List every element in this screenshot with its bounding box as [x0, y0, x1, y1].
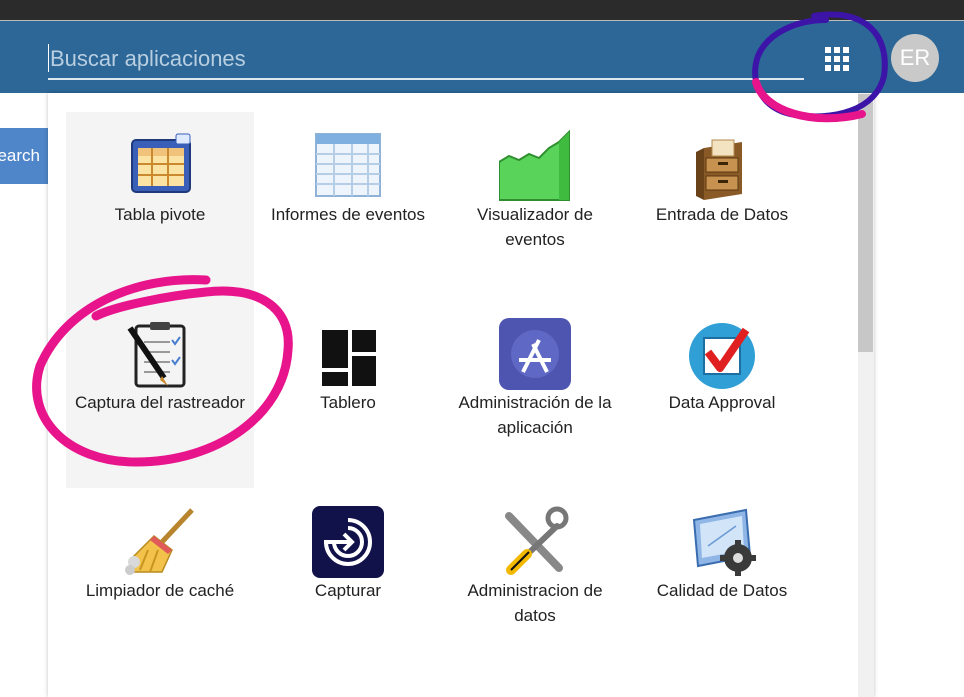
app-tile-capturar[interactable]: Capturar: [254, 488, 442, 676]
app-label: Entrada de Datos: [655, 205, 789, 224]
pivot-table-icon: [124, 130, 196, 202]
app-label: Calidad de Datos: [656, 581, 788, 600]
app-label: Tablero: [320, 393, 376, 412]
user-avatar[interactable]: ER: [891, 34, 939, 82]
data-approval-icon: [686, 318, 758, 390]
app-tile-data-approval[interactable]: Data Approval: [628, 300, 816, 488]
app-label: Data Approval: [668, 393, 776, 412]
app-label: Administracion de datos: [467, 581, 603, 625]
app-tile-limpiador-de-cache[interactable]: Limpiador de caché: [66, 488, 254, 676]
app-tile-entrada-de-datos[interactable]: Entrada de Datos: [628, 112, 816, 300]
app-tile-calidad-de-datos[interactable]: Calidad de Datos: [628, 488, 816, 676]
app-tile-captura-del-rastreador[interactable]: Captura del rastreador: [66, 300, 254, 488]
browser-top-bar: [0, 0, 964, 21]
capture-icon: [312, 506, 384, 578]
scrollbar-thumb[interactable]: [858, 94, 873, 352]
app-tile-tablero[interactable]: Tablero: [254, 300, 442, 488]
dashboard-icon: [312, 318, 384, 390]
app-label: Administración de la aplicación: [458, 393, 612, 437]
data-entry-icon: [686, 130, 758, 202]
app-tile-administracion-de-datos[interactable]: Administracion de datos: [441, 488, 629, 676]
app-tile-visualizador-de-eventos[interactable]: Visualizador de eventos: [441, 112, 629, 300]
app-tile-administracion-de-la-aplicacion[interactable]: Administración de la aplicación: [441, 300, 629, 488]
text-cursor: [48, 44, 49, 72]
app-management-icon: [499, 318, 571, 390]
tracker-capture-icon: [124, 318, 196, 390]
app-label: Captura del rastreador: [74, 393, 246, 412]
app-label: Limpiador de caché: [85, 581, 235, 600]
apps-menu-button[interactable]: [822, 44, 852, 74]
cache-cleaner-icon: [124, 506, 196, 578]
app-label: Capturar: [314, 581, 382, 600]
event-visualizer-icon: [499, 130, 571, 202]
app-label: Tabla pivote: [114, 205, 206, 224]
search-button[interactable]: earch: [0, 128, 48, 184]
data-quality-icon: [686, 506, 758, 578]
grid-icon: [825, 47, 849, 71]
app-tile-tabla-pivote[interactable]: Tabla pivote: [66, 112, 254, 300]
event-reports-icon: [312, 130, 384, 202]
data-administration-icon: [499, 506, 571, 578]
app-tile-informes-de-eventos[interactable]: Informes de eventos: [254, 112, 442, 300]
search-input[interactable]: [48, 40, 804, 80]
app-label: Visualizador de eventos: [477, 205, 593, 249]
app-label: Informes de eventos: [270, 205, 426, 224]
